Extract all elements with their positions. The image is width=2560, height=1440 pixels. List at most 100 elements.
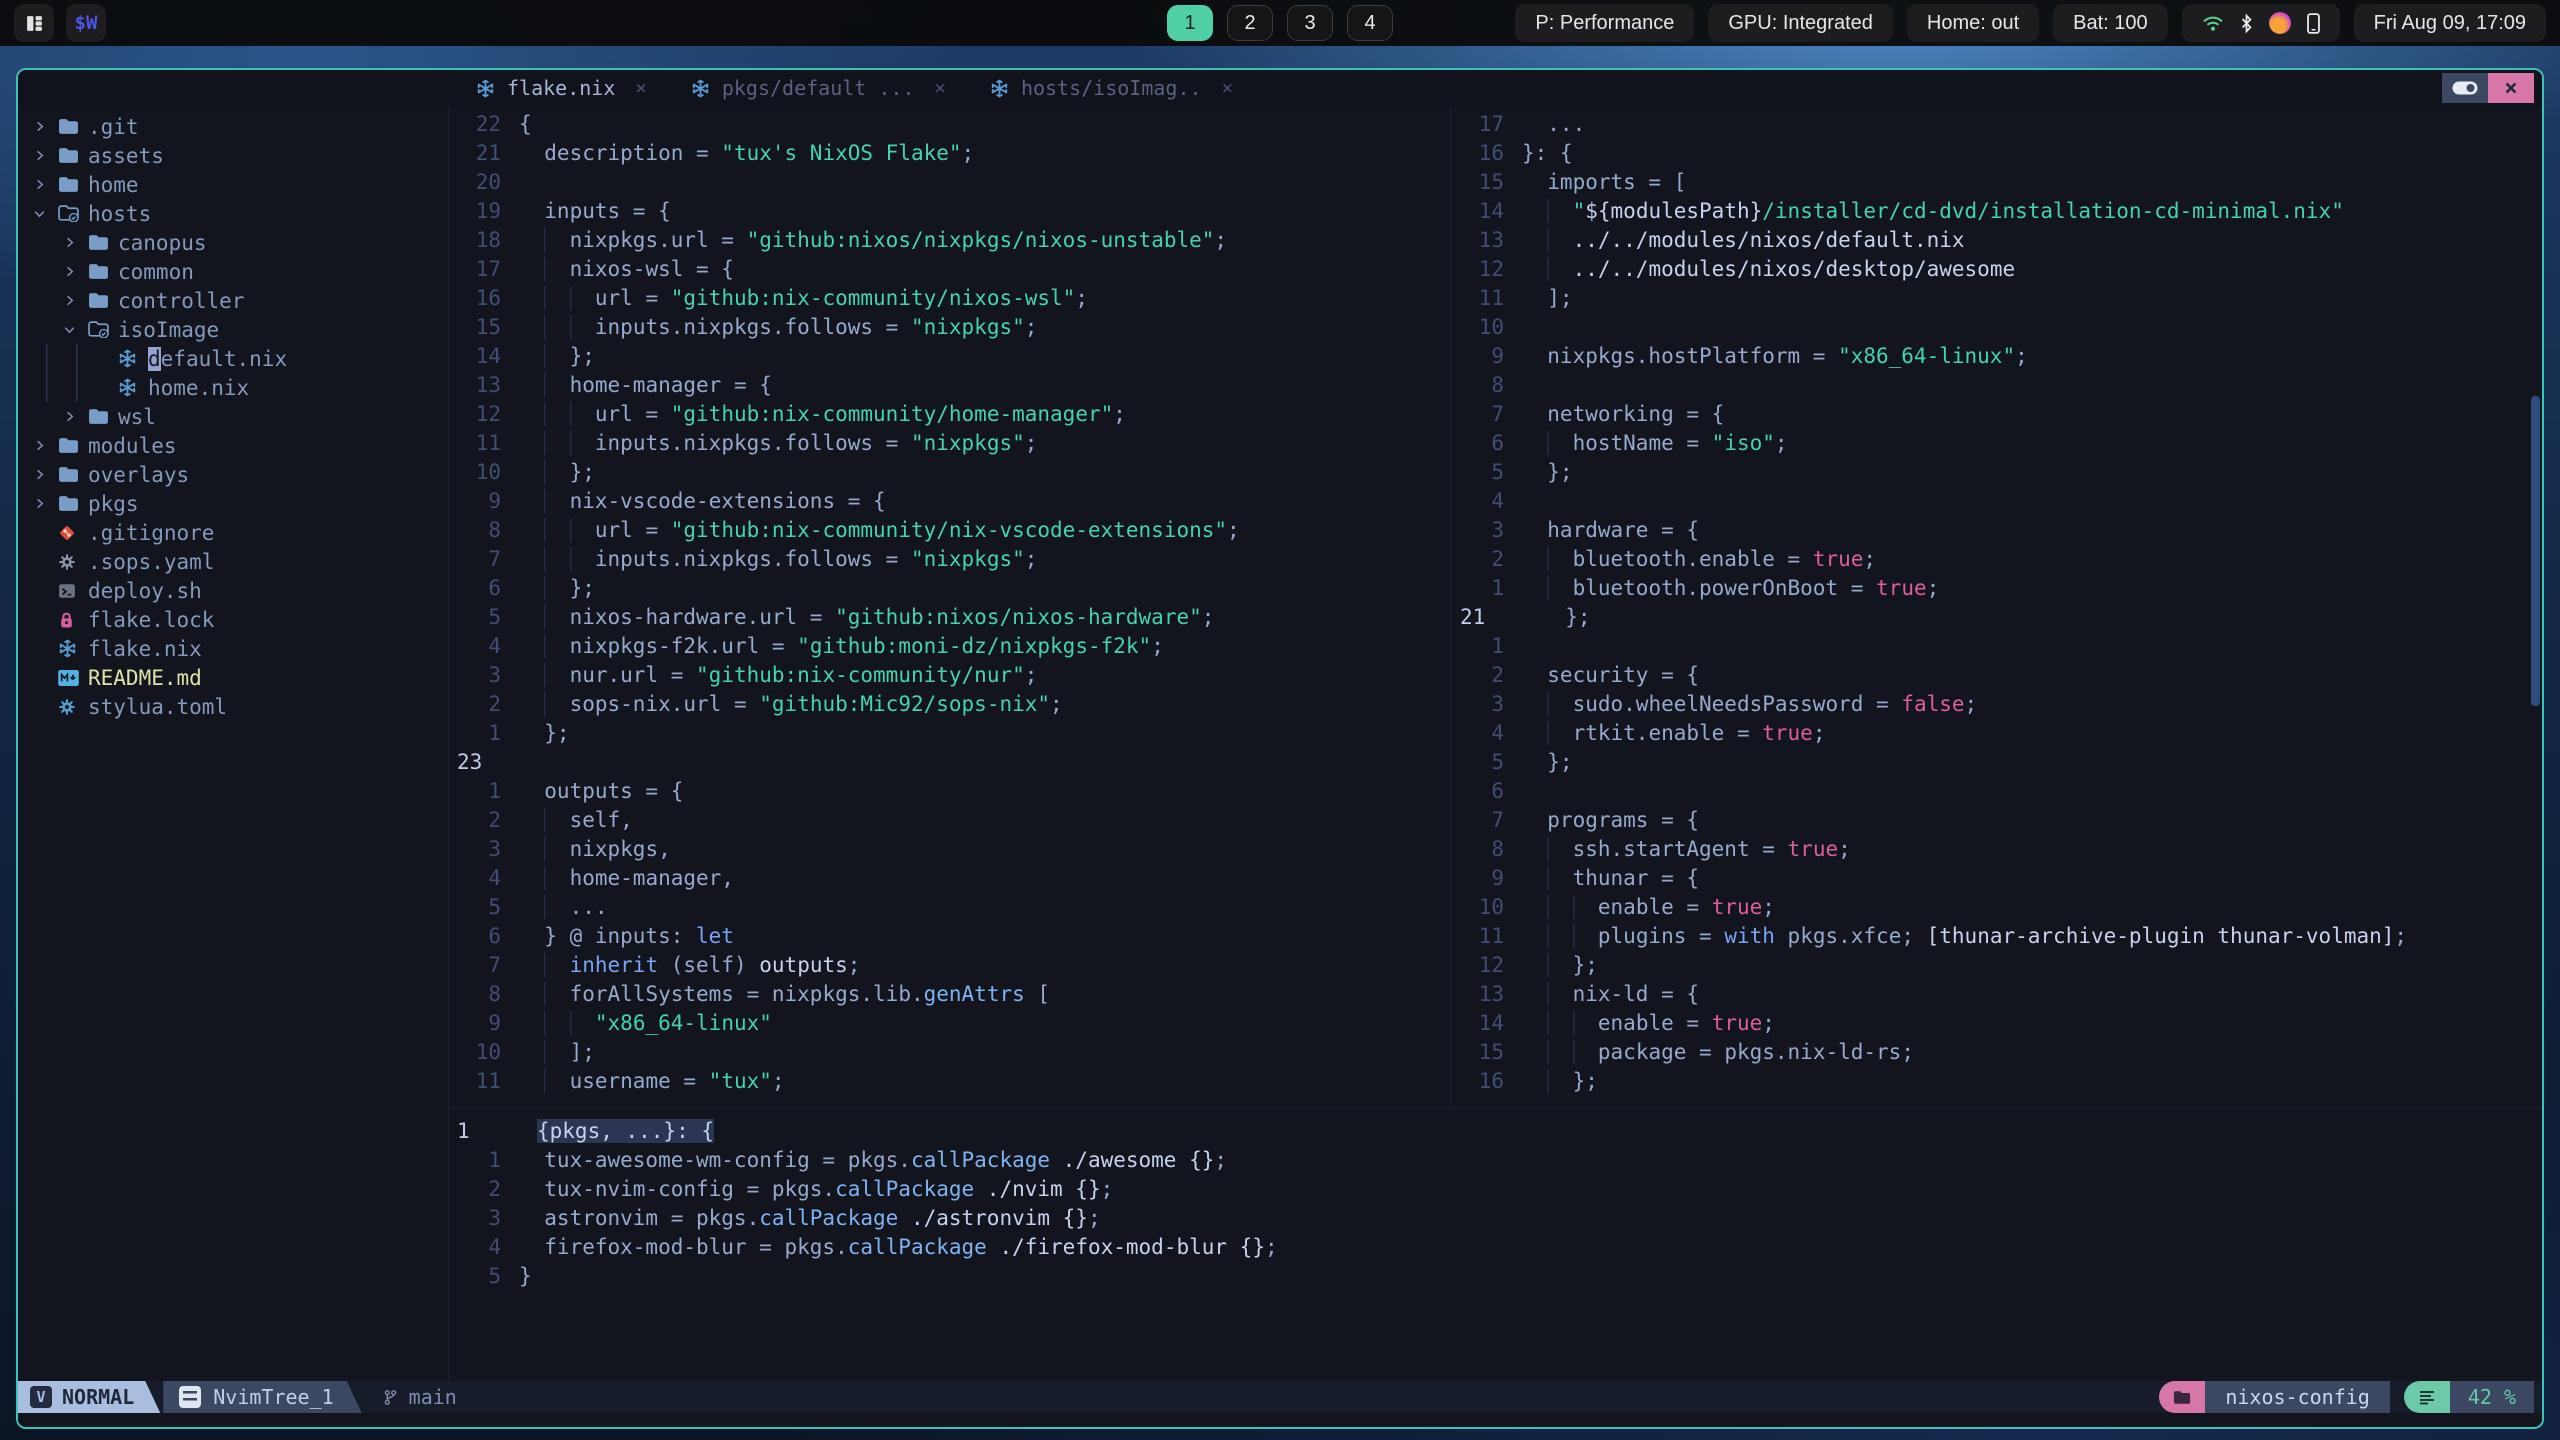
wm-logo-button[interactable]: $W: [66, 4, 106, 42]
tree-item-isoImage[interactable]: isoImage: [18, 315, 448, 344]
code-line[interactable]: 23: [449, 748, 1450, 777]
code-line[interactable]: 9 nix-vscode-extensions = {: [449, 487, 1450, 516]
workspace-4[interactable]: 4: [1347, 5, 1393, 41]
tree-item-default-nix[interactable]: default.nix: [18, 344, 448, 373]
code-line[interactable]: 7 programs = {: [1452, 806, 2542, 835]
code-line[interactable]: 14 "${modulesPath}/installer/cd-dvd/inst…: [1452, 197, 2542, 226]
tree-item-README-md[interactable]: README.md: [18, 663, 448, 692]
code-line[interactable]: 2 self,: [449, 806, 1450, 835]
code-line[interactable]: 6: [1452, 777, 2542, 806]
command-line[interactable]: [18, 1413, 2542, 1427]
code-line[interactable]: 6 } @ inputs: let: [449, 922, 1450, 951]
tree-item-flake-nix[interactable]: flake.nix: [18, 634, 448, 663]
code-line[interactable]: 7 inputs.nixpkgs.follows = "nixpkgs";: [449, 545, 1450, 574]
code-line[interactable]: 7 networking = {: [1452, 400, 2542, 429]
chevron-down-icon[interactable]: [32, 206, 58, 221]
tab-close-icon[interactable]: ×: [934, 77, 945, 99]
launcher-button[interactable]: [14, 4, 54, 42]
tree-item-common[interactable]: common: [18, 257, 448, 286]
code-line[interactable]: 9 "x86_64-linux": [449, 1009, 1450, 1038]
code-line[interactable]: 4 firefox-mod-blur = pkgs.callPackage ./…: [449, 1233, 2542, 1262]
code-line[interactable]: 17 ...: [1452, 110, 2542, 139]
tree-item-home[interactable]: home: [18, 170, 448, 199]
code-line[interactable]: 14 };: [449, 342, 1450, 371]
chevron-right-icon[interactable]: [32, 438, 58, 453]
code-line[interactable]: 12 ../../modules/nixos/desktop/awesome: [1452, 255, 2542, 284]
code-line[interactable]: 19 inputs = {: [449, 197, 1450, 226]
code-line[interactable]: 8: [1452, 371, 2542, 400]
tab-flake-nix[interactable]: flake.nix ×: [454, 70, 669, 106]
code-line[interactable]: 3 nixpkgs,: [449, 835, 1450, 864]
code-line[interactable]: 10: [1452, 313, 2542, 342]
tree-item-pkgs[interactable]: pkgs: [18, 489, 448, 518]
code-line[interactable]: 4 home-manager,: [449, 864, 1450, 893]
chevron-right-icon[interactable]: [32, 177, 58, 192]
code-line[interactable]: 4: [1452, 487, 2542, 516]
code-line[interactable]: 3 hardware = {: [1452, 516, 2542, 545]
tree-item-home-nix[interactable]: home.nix: [18, 373, 448, 402]
tree-item-deploy-sh[interactable]: deploy.sh: [18, 576, 448, 605]
code-line[interactable]: 11 plugins = with pkgs.xfce; [thunar-arc…: [1452, 922, 2542, 951]
code-line[interactable]: 21 };: [1452, 603, 2542, 632]
code-line[interactable]: 12 };: [1452, 951, 2542, 980]
code-line[interactable]: 11 inputs.nixpkgs.follows = "nixpkgs";: [449, 429, 1450, 458]
tab-pkgs-default-[interactable]: pkgs/default ... ×: [669, 70, 968, 106]
tree-item--gitignore[interactable]: .gitignore: [18, 518, 448, 547]
clock-pill[interactable]: Fri Aug 09, 17:09: [2353, 4, 2546, 42]
code-line[interactable]: 4 rtkit.enable = true;: [1452, 719, 2542, 748]
code-line[interactable]: 8 ssh.startAgent = true;: [1452, 835, 2542, 864]
tab-close-icon[interactable]: ×: [1222, 77, 1233, 99]
workspace-2[interactable]: 2: [1227, 5, 1273, 41]
chevron-down-icon[interactable]: [62, 322, 88, 337]
close-button[interactable]: ×: [2488, 73, 2534, 103]
chevron-right-icon[interactable]: [62, 264, 88, 279]
code-line[interactable]: 12 url = "github:nix-community/home-mana…: [449, 400, 1450, 429]
code-line[interactable]: 1 outputs = {: [449, 777, 1450, 806]
code-line[interactable]: 2 sops-nix.url = "github:Mic92/sops-nix"…: [449, 690, 1450, 719]
code-line[interactable]: 9 thunar = {: [1452, 864, 2542, 893]
status-pill[interactable]: GPU: Integrated: [1708, 4, 1893, 42]
code-line[interactable]: 5 };: [1452, 748, 2542, 777]
scrollbar-thumb[interactable]: [2531, 396, 2540, 706]
code-line[interactable]: 15 inputs.nixpkgs.follows = "nixpkgs";: [449, 313, 1450, 342]
tab-close-icon[interactable]: ×: [635, 77, 646, 99]
code-line[interactable]: 11 username = "tux";: [449, 1067, 1450, 1096]
code-line[interactable]: 2 security = {: [1452, 661, 2542, 690]
tree-item-hosts[interactable]: hosts: [18, 199, 448, 228]
code-line[interactable]: 6 hostName = "iso";: [1452, 429, 2542, 458]
chevron-right-icon[interactable]: [62, 409, 88, 424]
code-line[interactable]: 5 nixos-hardware.url = "github:nixos/nix…: [449, 603, 1450, 632]
code-line[interactable]: 2 tux-nvim-config = pkgs.callPackage ./n…: [449, 1175, 2542, 1204]
code-line[interactable]: 5 };: [1452, 458, 2542, 487]
tree-item-stylua-toml[interactable]: stylua.toml: [18, 692, 448, 721]
editor-pane-flake-nix[interactable]: 22{21 description = "tux's NixOS Flake";…: [448, 106, 1451, 1108]
code-line[interactable]: 11 ];: [1452, 284, 2542, 313]
status-pill[interactable]: P: Performance: [1515, 4, 1695, 42]
code-line[interactable]: 18 nixpkgs.url = "github:nixos/nixpkgs/n…: [449, 226, 1450, 255]
chevron-right-icon[interactable]: [32, 148, 58, 163]
editor-pane-pkgs-default-nix[interactable]: 1 {pkgs, ...}: {1 tux-awesome-wm-config =…: [448, 1108, 2542, 1381]
chevron-right-icon[interactable]: [32, 467, 58, 482]
tree-item-wsl[interactable]: wsl: [18, 402, 448, 431]
code-line[interactable]: 3 astronvim = pkgs.callPackage ./astronv…: [449, 1204, 2542, 1233]
toggle-button[interactable]: [2442, 73, 2488, 103]
workspace-3[interactable]: 3: [1287, 5, 1333, 41]
code-line[interactable]: 8 forAllSystems = nixpkgs.lib.genAttrs [: [449, 980, 1450, 1009]
tree-item--git[interactable]: .git: [18, 112, 448, 141]
code-line[interactable]: 1 tux-awesome-wm-config = pkgs.callPacka…: [449, 1146, 2542, 1175]
chevron-right-icon[interactable]: [32, 119, 58, 134]
tray-pill[interactable]: [2181, 4, 2340, 42]
code-line[interactable]: 17 nixos-wsl = {: [449, 255, 1450, 284]
tree-item--sops-yaml[interactable]: .sops.yaml: [18, 547, 448, 576]
code-line[interactable]: 5 ...: [449, 893, 1450, 922]
code-line[interactable]: 14 enable = true;: [1452, 1009, 2542, 1038]
code-line[interactable]: 15 package = pkgs.nix-ld-rs;: [1452, 1038, 2542, 1067]
workspace-1[interactable]: 1: [1167, 5, 1213, 41]
code-line[interactable]: 16 url = "github:nix-community/nixos-wsl…: [449, 284, 1450, 313]
code-line[interactable]: 16 };: [1452, 1067, 2542, 1096]
tree-item-modules[interactable]: modules: [18, 431, 448, 460]
code-line[interactable]: 1 };: [449, 719, 1450, 748]
code-line[interactable]: 6 };: [449, 574, 1450, 603]
code-line[interactable]: 13 nix-ld = {: [1452, 980, 2542, 1009]
code-line[interactable]: 5}: [449, 1262, 2542, 1291]
